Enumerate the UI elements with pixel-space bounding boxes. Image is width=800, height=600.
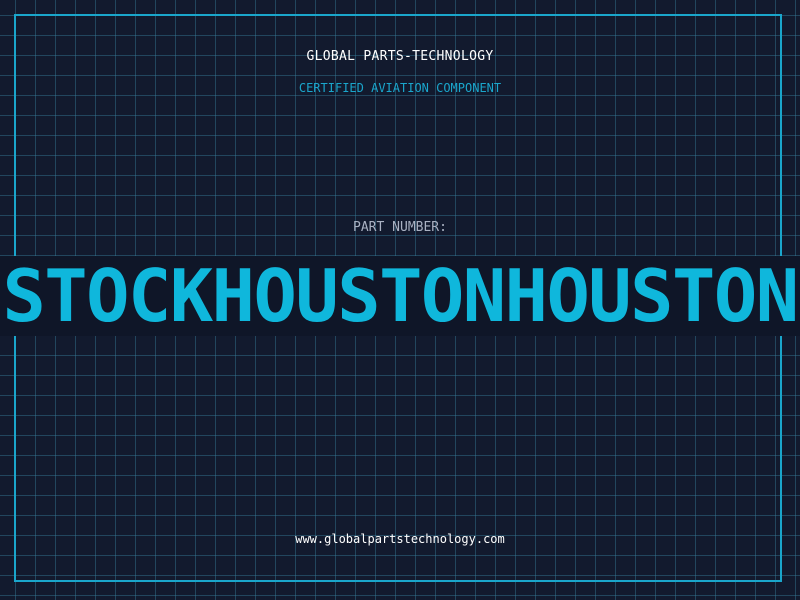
website-url: www.globalpartstechnology.com [295,532,505,546]
part-number-band: STOCKHOUSTONHOUSTON [0,256,800,336]
part-number-value: STOCKHOUSTONHOUSTON [2,256,799,336]
part-label-card: GLOBAL PARTS-TECHNOLOGY CERTIFIED AVIATI… [0,0,800,600]
certification-subtitle: CERTIFIED AVIATION COMPONENT [298,81,502,95]
part-number-label: PART NUMBER: [353,220,447,235]
company-name: GLOBAL PARTS-TECHNOLOGY [306,49,494,64]
